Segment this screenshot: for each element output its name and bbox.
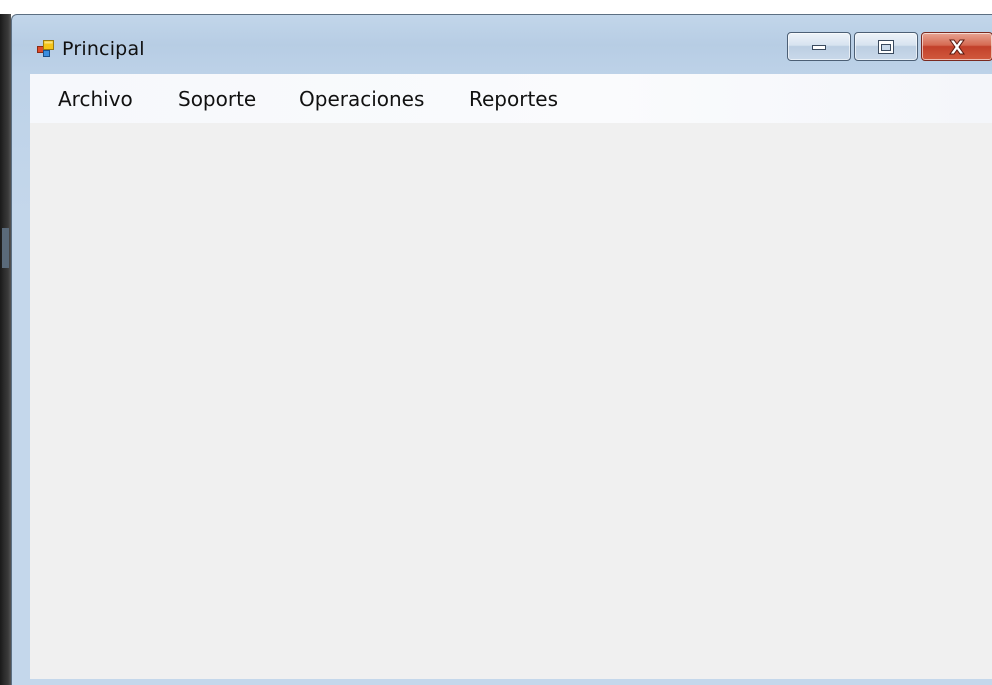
title-bar[interactable]: Principal <box>12 15 992 74</box>
minimize-icon <box>812 44 826 50</box>
menu-item-archivo[interactable]: Archivo <box>56 87 135 111</box>
maximize-button[interactable] <box>854 32 918 61</box>
minimize-button[interactable] <box>787 32 851 61</box>
close-button[interactable] <box>921 32 992 61</box>
menu-item-operaciones[interactable]: Operaciones <box>297 87 426 111</box>
menu-item-reportes[interactable]: Reportes <box>467 87 560 111</box>
close-icon <box>949 39 965 54</box>
client-area <box>30 123 992 679</box>
screen: Principal Archivo Soporte Operaciones Re… <box>0 0 992 685</box>
maximize-icon <box>878 39 894 54</box>
window-title: Principal <box>62 38 145 60</box>
desktop-background <box>0 0 992 14</box>
menu-item-soporte[interactable]: Soporte <box>176 87 258 111</box>
windows-forms-app-icon <box>37 40 54 57</box>
menu-bar: Archivo Soporte Operaciones Reportes <box>30 74 992 123</box>
background-window-edge <box>0 14 11 685</box>
window-bottom-border <box>30 679 992 685</box>
